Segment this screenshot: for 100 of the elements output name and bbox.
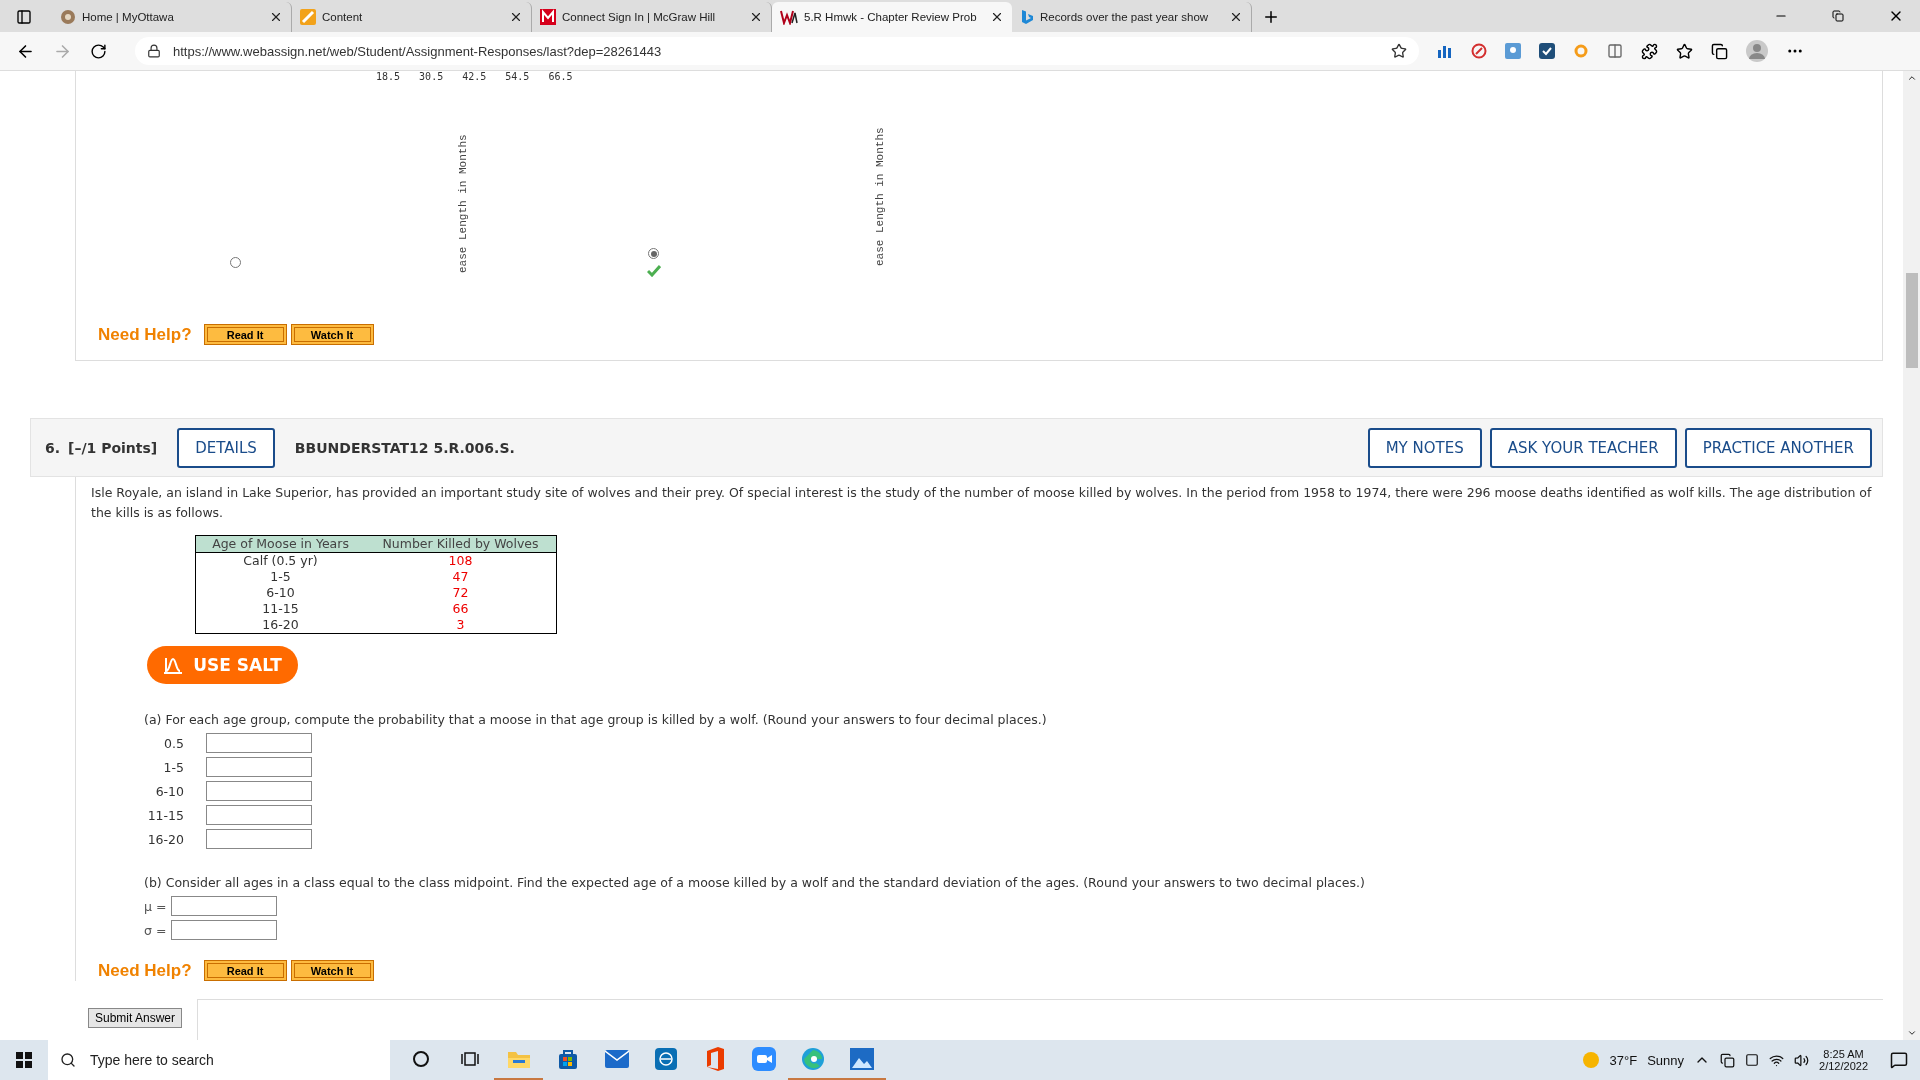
column-header: Number Killed by Wolves [365, 535, 557, 553]
help-button[interactable]: Read It [203, 960, 287, 981]
table-cell: 3 [365, 617, 557, 634]
extensions-icon[interactable] [1641, 42, 1658, 60]
favorite-icon[interactable] [1391, 43, 1407, 59]
axis-tick-label: 54.5 [505, 71, 530, 82]
tab-actions-icon[interactable] [16, 9, 32, 25]
restore-icon[interactable] [1832, 10, 1844, 22]
answer-field[interactable] [206, 757, 312, 777]
question-code: BBUNDERSTAT12 5.R.006.S. [294, 439, 516, 456]
age-label: 6-10 [154, 783, 184, 799]
help-button[interactable]: Watch It [290, 324, 374, 345]
age-label: 16-20 [146, 831, 184, 847]
video-camera-icon[interactable] [751, 1047, 776, 1071]
symbol-label: σ = [144, 922, 168, 938]
envelope-icon[interactable] [604, 1050, 629, 1068]
browser-tab[interactable]: 5.R Hmwk - Chapter Review Prob [772, 2, 1012, 32]
help-label: Need Help? [98, 324, 192, 345]
folder-icon[interactable] [506, 1049, 531, 1069]
circle-slash-icon[interactable] [1471, 43, 1487, 59]
office-icon[interactable] [704, 1047, 725, 1071]
task-view-icon[interactable] [460, 1050, 479, 1068]
distribution-icon [163, 656, 184, 674]
details-button[interactable]: DETAILS [177, 427, 275, 468]
volume-icon[interactable] [1794, 1052, 1810, 1068]
help-label: Need Help? [98, 960, 192, 981]
taskbar-search-field[interactable]: Type here to search [48, 1040, 390, 1080]
address-field[interactable]: https://www.webassign.net/web/Student/Assignment-Responses/last?dep=28261443 [135, 37, 1419, 65]
square-check-icon[interactable] [1539, 43, 1555, 59]
axis-label: ease Length in Months [457, 134, 469, 273]
tray-app-icon[interactable] [1720, 1052, 1736, 1068]
radio-button[interactable] [230, 257, 241, 268]
close-icon[interactable] [269, 10, 283, 24]
scroll-thumb[interactable] [1905, 273, 1918, 368]
table-cell: 66 [365, 601, 557, 617]
network-icon[interactable] [1769, 1052, 1785, 1068]
circle-icon[interactable] [411, 1050, 430, 1068]
table-cell: 16-20 [195, 617, 366, 634]
age-label: 0.5 [163, 735, 184, 751]
action-button[interactable]: ASK YOUR TEACHER [1489, 427, 1677, 468]
landscape-icon[interactable] [849, 1048, 874, 1070]
part-b-prompt: (b) Consider all ages in a class equal to the class midpoint. Find the expected age of a moose killed by a wolf and the standard deviation of the ages. (Round your answers to two decimal places.) [144, 875, 1366, 890]
answer-field[interactable] [206, 805, 312, 825]
question-text: Isle Royale, an island in Lake Superior, has provided an important study site of wolves and their prey. Of special interest is the study of the number of moose killed by wolves. In the period from 1958 to 1974, there were 296 moose deaths identified as wolf kills. The age distribution of the kills is as follows. [91, 484, 1873, 522]
b-logo-icon [1020, 9, 1034, 25]
close-icon[interactable] [509, 10, 523, 24]
table-cell: 11-15 [195, 601, 366, 617]
scroll-down-icon[interactable] [1906, 1028, 1917, 1038]
answer-field[interactable] [206, 781, 312, 801]
answer-field[interactable] [171, 920, 277, 940]
help-button[interactable]: Read It [203, 324, 287, 345]
windows-logo-icon[interactable] [16, 1052, 32, 1068]
bar-chart-icon[interactable] [1437, 44, 1453, 58]
table-cell: Calf (0.5 yr) [195, 552, 366, 569]
answer-field[interactable] [171, 896, 277, 916]
reload-icon[interactable] [90, 42, 107, 60]
age-label: 1-5 [162, 759, 184, 775]
answer-field[interactable] [206, 829, 312, 849]
search-placeholder: Type here to search [90, 1052, 214, 1068]
avatar-icon[interactable] [1746, 40, 1768, 62]
table-cell: 1-5 [195, 569, 366, 585]
shopping-bag-icon[interactable] [556, 1048, 579, 1070]
notifications-icon[interactable] [1890, 1051, 1908, 1069]
clock[interactable]: 8:25 AM 2/12/2022 [1819, 1048, 1868, 1072]
close-icon[interactable] [749, 10, 763, 24]
table-cell: 6-10 [195, 585, 366, 601]
axis-tick-label: 18.5 [376, 71, 401, 82]
temperature-text: 37°F [1609, 1052, 1638, 1068]
symbol-label: μ = [144, 898, 168, 914]
new-tab-icon[interactable] [1262, 8, 1280, 26]
age-label: 11-15 [146, 807, 184, 823]
m-logo-icon [540, 9, 556, 25]
table-cell: 108 [365, 552, 557, 569]
crest-icon [60, 9, 76, 25]
submit-button[interactable]: Submit Answer [88, 1008, 183, 1028]
url-text: https://www.webassign.net/web/Student/Assignment-Responses/last?dep=28261443 [173, 43, 663, 59]
axis-tick-label: 42.5 [462, 71, 487, 82]
axis-tick-label: 30.5 [419, 71, 444, 82]
collections-icon[interactable] [1711, 42, 1728, 60]
help-button[interactable]: Watch It [290, 960, 374, 981]
axis-tick-label: 66.5 [548, 71, 573, 82]
close-icon[interactable] [1229, 10, 1243, 24]
edge-icon[interactable] [800, 1047, 825, 1071]
close-icon[interactable] [990, 10, 1004, 24]
action-button[interactable]: PRACTICE ANOTHER [1684, 427, 1872, 468]
axis-label: ease Length in Months [874, 127, 886, 266]
wa-logo-icon [780, 9, 798, 25]
answer-field[interactable] [206, 733, 312, 753]
scroll-up-icon[interactable] [1906, 73, 1917, 83]
image-icon[interactable] [1505, 43, 1521, 59]
rounded-square-icon[interactable] [654, 1048, 677, 1070]
column-header: Age of Moose in Years [195, 535, 366, 553]
question-number: 6. [45, 439, 61, 456]
action-button[interactable]: MY NOTES [1367, 427, 1482, 468]
lock-icon [147, 44, 161, 58]
favorites-icon[interactable] [1676, 42, 1693, 60]
points-label: [–/1 Points] [68, 439, 158, 456]
radio-button[interactable] [648, 248, 659, 259]
scrollbar[interactable] [1903, 71, 1920, 1040]
part-a-prompt: (a) For each age group, compute the probability that a moose in that age group is killed by a wolf. (Round your answers to four decimal places.) [144, 712, 1048, 727]
